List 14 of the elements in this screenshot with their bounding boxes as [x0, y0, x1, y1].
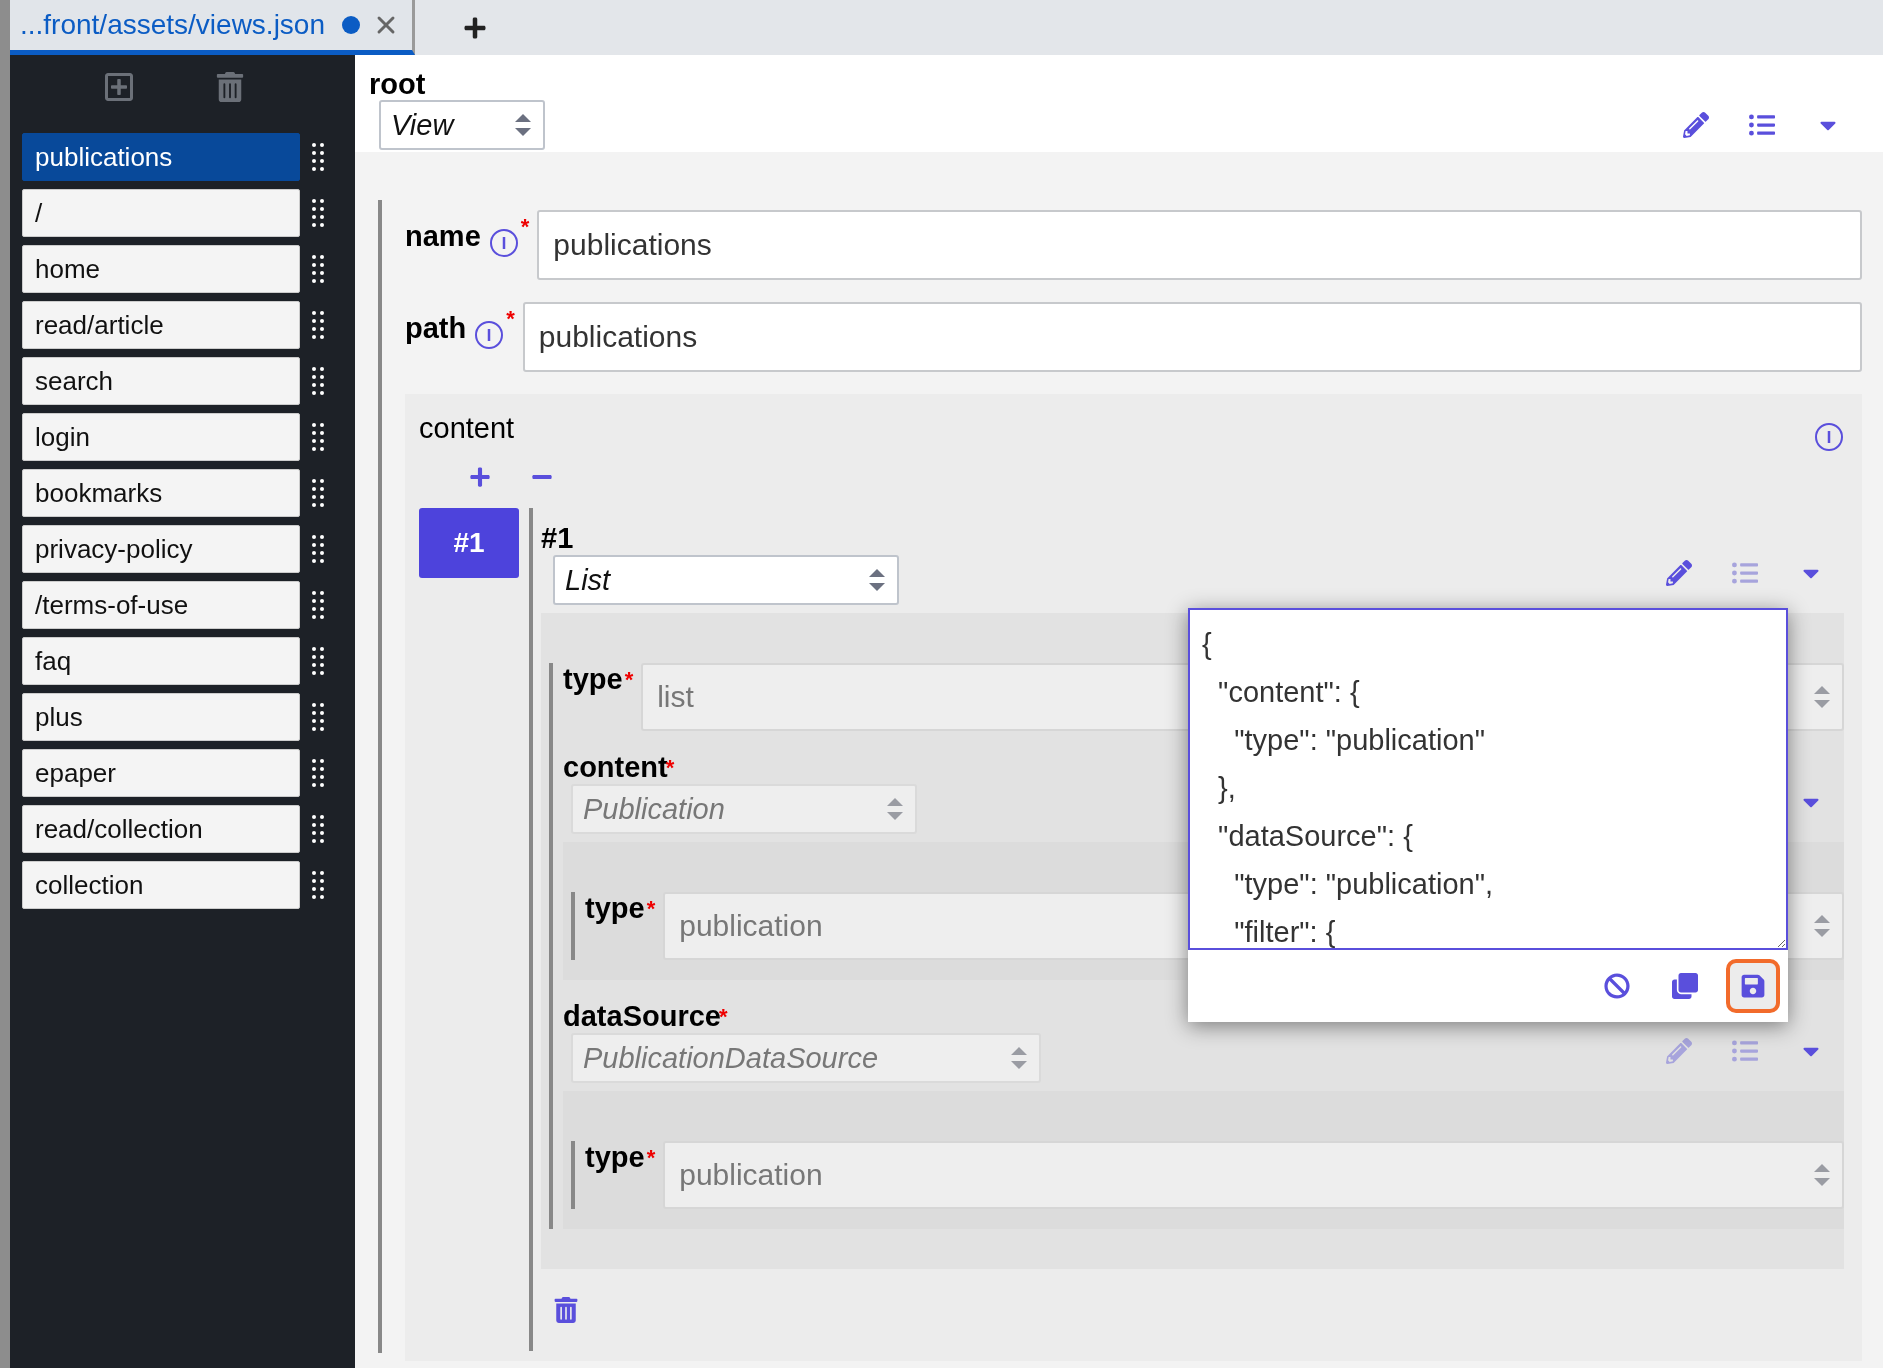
required-asterisk: * — [646, 896, 656, 922]
required-asterisk: * — [624, 667, 634, 693]
item-title: #1 — [541, 522, 575, 555]
field-label: type — [563, 663, 623, 696]
field-label: path — [405, 312, 467, 345]
field-label: name — [405, 220, 481, 253]
root-label: root — [369, 68, 427, 100]
field-label: type — [585, 1141, 645, 1174]
required-asterisk: * — [506, 306, 515, 332]
required-asterisk: * — [646, 1145, 656, 1171]
field-label: dataSource — [563, 1000, 721, 1033]
field-label: type — [585, 892, 645, 925]
required-asterisk: * — [520, 214, 530, 240]
panel-label: content — [419, 411, 515, 445]
